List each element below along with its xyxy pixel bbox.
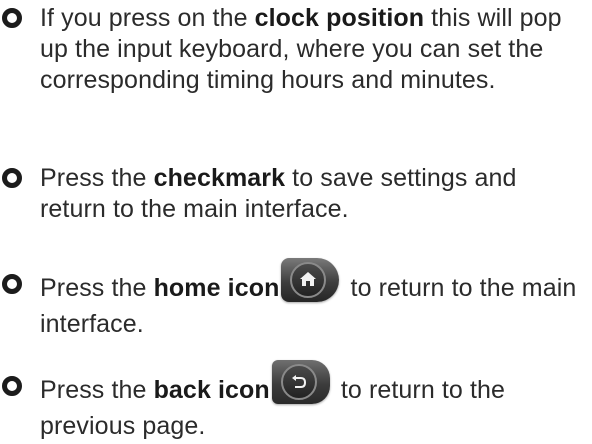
bullet-icon — [2, 376, 22, 396]
item-text-bold: checkmark — [153, 164, 286, 192]
item-text: Press the checkmark to save settings and… — [40, 163, 585, 225]
item-text: If you press on the clock position this … — [40, 3, 585, 96]
back-icon — [271, 360, 330, 404]
item-text-prefix: If you press on the — [40, 4, 255, 32]
item-text-prefix: Press the — [40, 376, 154, 404]
item-text: Press the back icon to return to the pre… — [40, 360, 585, 444]
item-text: Press the home icon to return to the mai… — [40, 258, 585, 342]
item-text-bold: clock position — [254, 4, 425, 32]
item-text-prefix: Press the — [40, 164, 154, 192]
bullet-icon — [2, 274, 22, 294]
item-text-bold: home icon — [153, 274, 280, 302]
item-text-bold: back icon — [153, 376, 270, 404]
home-icon — [281, 258, 340, 302]
bullet-icon — [2, 8, 22, 28]
bullet-icon — [2, 168, 22, 188]
item-text-prefix: Press the — [40, 274, 154, 302]
